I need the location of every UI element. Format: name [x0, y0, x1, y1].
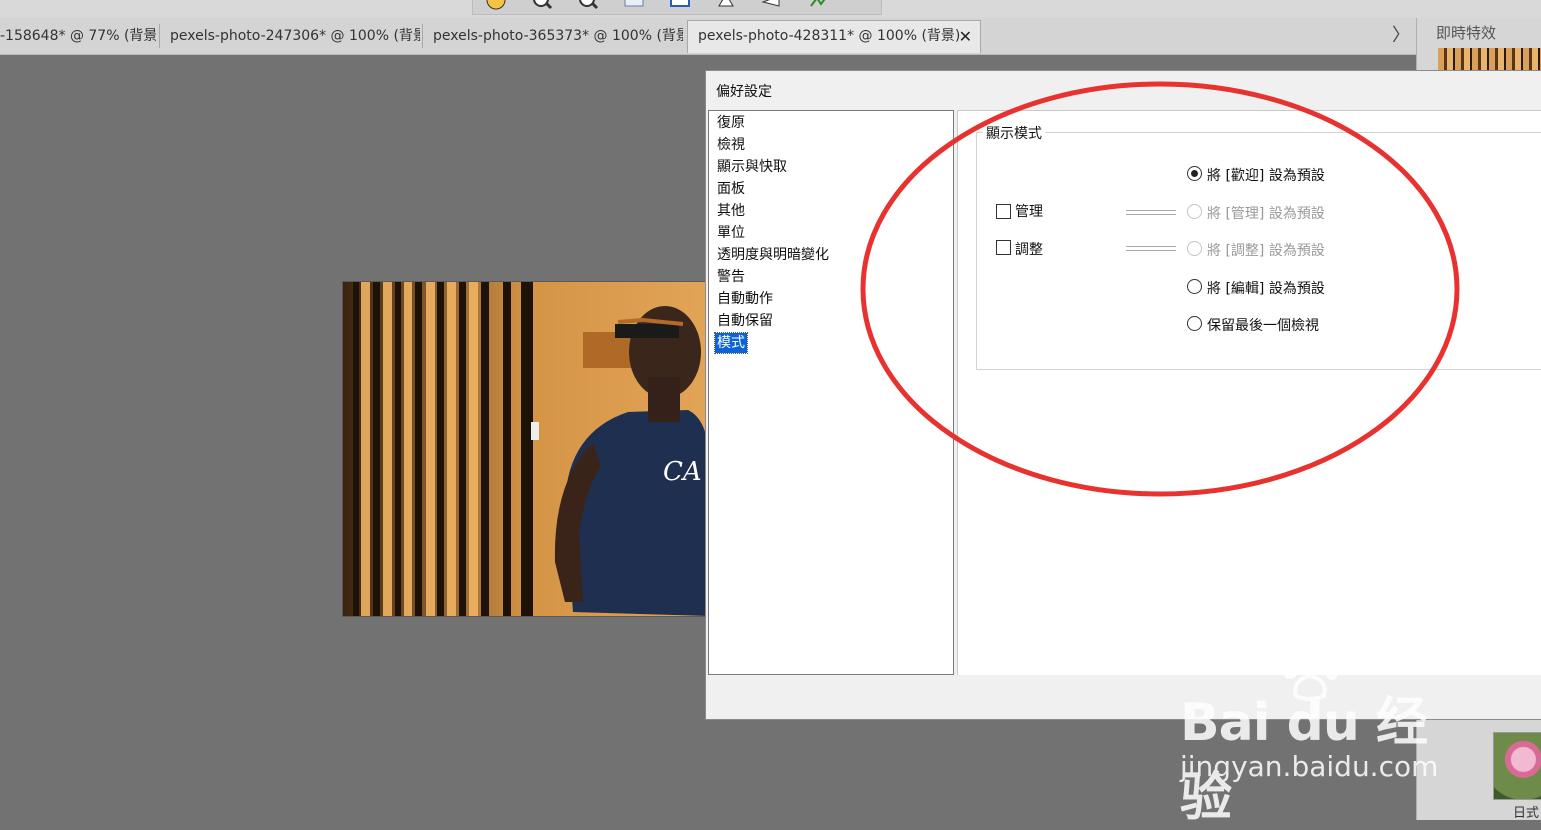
tab-label: -158648* @ 77% (背景) — [0, 28, 156, 44]
manage-checkbox-label: 管理 — [1015, 204, 1043, 220]
chevron-right-icon[interactable]: 〉 — [1392, 18, 1410, 54]
category-item-display-cache[interactable]: 顯示與快取 — [715, 157, 789, 177]
radio-adjust-default[interactable] — [1187, 241, 1202, 256]
radio-keep-last-view-label: 保留最後一個檢視 — [1207, 318, 1319, 334]
canvas-photo[interactable]: CA — [342, 281, 710, 617]
brush-tool-icon[interactable] — [807, 0, 829, 12]
radio-keep-last-view[interactable] — [1187, 316, 1202, 331]
category-item-auto-save[interactable]: 自動保留 — [715, 311, 775, 331]
manage-checkbox[interactable] — [996, 204, 1011, 219]
zoom-in-icon[interactable] — [531, 0, 553, 12]
connector-line — [1126, 246, 1176, 251]
category-item-restore[interactable]: 復原 — [715, 113, 747, 133]
tool-group — [472, 0, 882, 15]
category-item-other[interactable]: 其他 — [715, 201, 747, 221]
baidu-watermark: Bai du 经验 jingyan.baidu.com — [1180, 650, 1470, 828]
preferences-dialog: 偏好設定 復原 檢視 顯示與快取 面板 其他 單位 透明度與明暗變化 警告 自動… — [705, 70, 1541, 720]
tab-document-2[interactable]: pexels-photo-247306* @ 100% (背景) — [170, 18, 420, 54]
sharpen-tool-icon[interactable] — [715, 0, 737, 12]
radio-edit-default-label: 將 [編輯] 設為預設 — [1207, 281, 1325, 297]
tab-document-4-active[interactable]: pexels-photo-428311* @ 100% (背景) ✕ — [687, 20, 981, 53]
category-item-auto-actions[interactable]: 自動動作 — [715, 289, 775, 309]
display-mode-group: 顯示模式 管理 調整 將 [歡迎] 設為預設 將 [管理] 設為預設 將 [調整… — [976, 123, 1541, 370]
radio-manage-default[interactable] — [1187, 204, 1202, 219]
category-item-transparency[interactable]: 透明度與明暗變化 — [715, 245, 831, 265]
group-label: 顯示模式 — [983, 123, 1045, 143]
panel-title: 即時特效 — [1436, 24, 1497, 42]
svg-text:CA: CA — [663, 457, 702, 487]
tab-document-3[interactable]: pexels-photo-365373* @ 100% (背景) — [433, 18, 683, 54]
radio-welcome-default-label: 將 [歡迎] 設為預設 — [1207, 168, 1325, 184]
watermark-url: jingyan.baidu.com — [1180, 750, 1439, 783]
save-tool-icon[interactable] — [669, 0, 691, 12]
radio-welcome-default[interactable] — [1187, 166, 1202, 181]
tab-label: pexels-photo-365373* @ 100% (背景) — [433, 28, 683, 44]
adjust-checkbox[interactable] — [996, 240, 1011, 255]
radio-manage-default-label: 將 [管理] 設為預設 — [1207, 206, 1325, 222]
hand-tool-icon[interactable] — [485, 0, 507, 12]
grid-tool-icon[interactable] — [623, 0, 645, 12]
document-tab-bar: -158648* @ 77% (背景) pexels-photo-247306*… — [0, 18, 1416, 55]
eraser-tool-icon[interactable] — [761, 0, 783, 12]
effect-thumbnail-flower[interactable] — [1493, 732, 1541, 800]
effect-thumbnail[interactable] — [1438, 48, 1541, 72]
photo-image: CA — [343, 282, 709, 616]
effect-thumbnail-caption: 日式 — [1513, 806, 1540, 821]
close-icon[interactable]: ✕ — [959, 21, 972, 52]
category-list: 復原 檢視 顯示與快取 面板 其他 單位 透明度與明暗變化 警告 自動動作 自動… — [708, 110, 954, 675]
settings-content: 顯示模式 管理 調整 將 [歡迎] 設為預設 將 [管理] 設為預設 將 [調整… — [957, 110, 1541, 675]
radio-adjust-default-label: 將 [調整] 設為預設 — [1207, 243, 1325, 259]
tab-document-1[interactable]: -158648* @ 77% (背景) — [0, 18, 156, 54]
top-toolbar — [0, 0, 1541, 18]
category-item-view[interactable]: 檢視 — [715, 135, 747, 155]
dialog-title: 偏好設定 — [716, 84, 772, 100]
category-item-warnings[interactable]: 警告 — [715, 267, 747, 287]
category-item-panels[interactable]: 面板 — [715, 179, 747, 199]
zoom-out-icon[interactable] — [577, 0, 599, 12]
connector-line — [1126, 210, 1176, 215]
radio-edit-default[interactable] — [1187, 279, 1202, 294]
category-item-mode[interactable]: 模式 — [714, 332, 748, 354]
category-item-units[interactable]: 單位 — [715, 223, 747, 243]
adjust-checkbox-label: 調整 — [1015, 242, 1043, 258]
tab-label: pexels-photo-428311* @ 100% (背景) — [698, 28, 961, 44]
tab-separator — [159, 24, 160, 48]
tab-separator — [422, 24, 423, 48]
tab-label: pexels-photo-247306* @ 100% (背景) — [170, 28, 420, 44]
